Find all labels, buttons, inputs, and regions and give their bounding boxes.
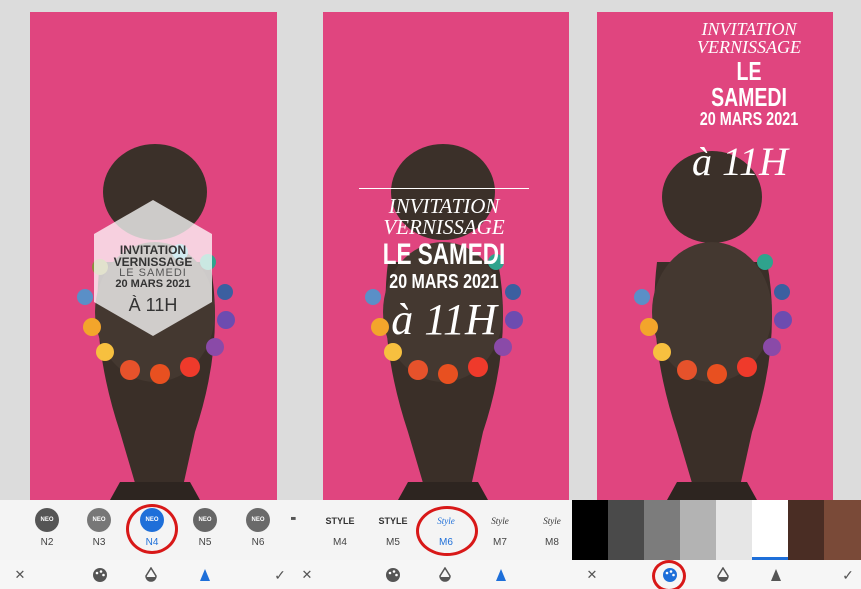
text-overlay[interactable]: INVITATION VERNISSAGE LE SAMEDI 20 MARS … bbox=[597, 12, 833, 500]
palette-icon[interactable] bbox=[90, 565, 110, 585]
selection-highlight-ring bbox=[652, 560, 686, 589]
thumb-label: M4 bbox=[333, 537, 347, 548]
opacity-icon[interactable] bbox=[141, 565, 161, 585]
thumb-label: N2 bbox=[40, 537, 54, 548]
text-overlay[interactable]: INVITATION VERNISSAGE LE SAMEDI 20 MARS … bbox=[323, 12, 569, 500]
color-swatch[interactable] bbox=[680, 500, 716, 560]
style-icon[interactable] bbox=[491, 565, 511, 585]
overlay-line-2: VERNISSAGE bbox=[383, 215, 505, 239]
close-icon[interactable]: ✕ bbox=[10, 565, 30, 585]
style-thumb-m4[interactable]: STYLE bbox=[325, 516, 355, 526]
text-overlay[interactable]: INVITATION VERNISSAGE LE SAMEDI 20 MARS … bbox=[30, 12, 277, 500]
style-thumbnail-strip: ▮ STYLE M4 STYLE M5 Style M6 Style M7 St… bbox=[291, 500, 572, 560]
panel-magazine-style: INVITATION VERNISSAGE LE SAMEDI 20 MARS … bbox=[291, 0, 572, 589]
panel-neo-style: INVITATION VERNISSAGE LE SAMEDI 20 MARS … bbox=[0, 0, 291, 589]
neo-badge-icon: NEO bbox=[35, 508, 59, 532]
bottom-toolbar: ✕ ✓ bbox=[572, 560, 861, 589]
color-swatch-selected[interactable] bbox=[752, 500, 788, 560]
thumb-label: N5 bbox=[198, 537, 212, 548]
photo-canvas: INVITATION VERNISSAGE LE SAMEDI 20 MARS … bbox=[323, 12, 569, 500]
bottom-panel: ▮ STYLE M4 STYLE M5 Style M6 Style M7 St… bbox=[291, 500, 572, 589]
neo-badge-icon: NEO bbox=[246, 508, 270, 532]
selection-highlight-ring bbox=[416, 506, 478, 556]
overlay-line-1: INVITATION bbox=[388, 194, 500, 218]
color-swatch[interactable] bbox=[716, 500, 752, 560]
style-icon[interactable] bbox=[766, 565, 786, 585]
bottom-panel: ✕ ✓ bbox=[572, 500, 861, 589]
style-thumb-m5[interactable]: STYLE bbox=[378, 516, 408, 526]
check-icon[interactable]: ✓ bbox=[838, 565, 858, 585]
thumb-label: M8 bbox=[545, 537, 559, 548]
style-icon[interactable] bbox=[195, 565, 215, 585]
bottom-toolbar: ✕ bbox=[291, 560, 572, 589]
overlay-line-5: à 11H bbox=[391, 295, 497, 344]
close-icon[interactable]: ✕ bbox=[297, 565, 317, 585]
overlay-line-3: LE SAMEDI bbox=[382, 238, 506, 271]
color-swatch[interactable] bbox=[788, 500, 824, 560]
style-thumb-n5[interactable]: NEO bbox=[190, 508, 220, 532]
thumb-label: M7 bbox=[493, 537, 507, 548]
style-thumb-m7[interactable]: Style bbox=[485, 516, 515, 526]
style-thumb-m8[interactable]: Style bbox=[537, 516, 567, 526]
panel-color-picker: INVITATION VERNISSAGE LE SAMEDI 20 MARS … bbox=[572, 0, 861, 589]
selection-highlight-ring bbox=[126, 504, 178, 554]
color-swatch[interactable] bbox=[608, 500, 644, 560]
opacity-icon[interactable] bbox=[713, 565, 733, 585]
bottom-toolbar: ✕ ✓ bbox=[0, 560, 291, 589]
color-swatch-strip bbox=[572, 500, 861, 560]
bottom-panel: NEO N2 NEO N3 NEO N4 NEO N5 NEO N6 ✕ ✓ bbox=[0, 500, 291, 589]
overlay-line-5: à 11H bbox=[692, 139, 788, 184]
color-swatch[interactable] bbox=[824, 500, 861, 560]
photo-canvas: INVITATION VERNISSAGE LE SAMEDI 20 MARS … bbox=[597, 12, 833, 500]
overlay-line-4: 20 MARS 2021 bbox=[389, 271, 499, 293]
overlay-line-5: À 11H bbox=[128, 295, 178, 315]
palette-icon[interactable] bbox=[383, 565, 403, 585]
style-thumb-n2[interactable]: NEO bbox=[32, 508, 62, 532]
style-thumbnail-strip: NEO N2 NEO N3 NEO N4 NEO N5 NEO N6 bbox=[0, 500, 291, 560]
overlay-line-2: VERNISSAGE bbox=[697, 37, 801, 57]
overlay-line-4: 20 MARS 2021 bbox=[115, 278, 191, 290]
overlay-line-4: 20 MARS 2021 bbox=[699, 109, 799, 129]
check-icon[interactable]: ✓ bbox=[270, 565, 290, 585]
photo-canvas: INVITATION VERNISSAGE LE SAMEDI 20 MARS … bbox=[30, 12, 277, 500]
thumb-label: N3 bbox=[92, 537, 106, 548]
close-icon[interactable]: ✕ bbox=[582, 565, 602, 585]
neo-badge-icon: NEO bbox=[193, 508, 217, 532]
thumb-label: M5 bbox=[386, 537, 400, 548]
style-thumb-n3[interactable]: NEO bbox=[84, 508, 114, 532]
strip-divider: ▮ bbox=[291, 516, 298, 520]
overlay-line-1: INVITATION bbox=[701, 19, 797, 39]
color-swatch[interactable] bbox=[572, 500, 608, 560]
overlay-line-3: LE SAMEDI bbox=[711, 56, 787, 112]
overlay-rule bbox=[359, 188, 529, 189]
opacity-icon[interactable] bbox=[435, 565, 455, 585]
color-swatch[interactable] bbox=[644, 500, 680, 560]
thumb-label: N6 bbox=[251, 537, 265, 548]
style-thumb-n6[interactable]: NEO bbox=[243, 508, 273, 532]
neo-badge-icon: NEO bbox=[87, 508, 111, 532]
